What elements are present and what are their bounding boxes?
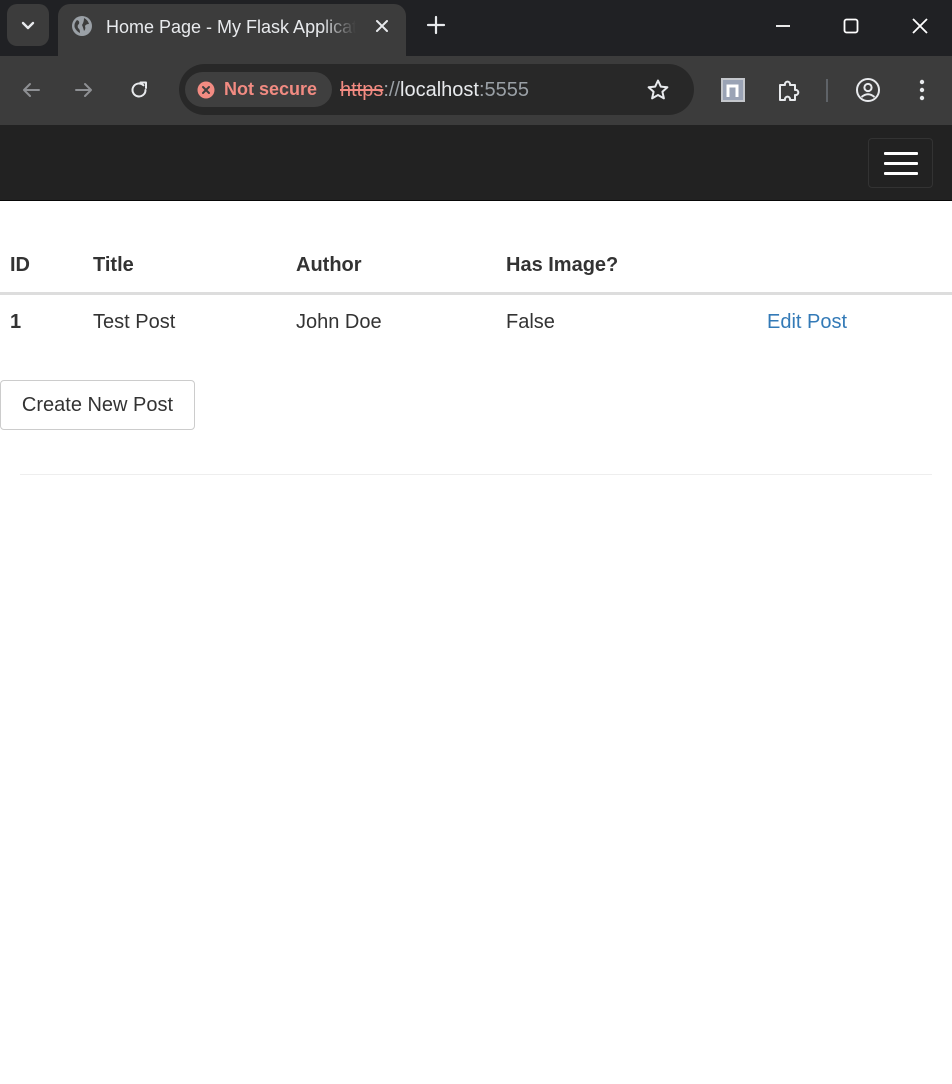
tab-strip: Home Page - My Flask Application [0,0,952,56]
post-id-cell: 1 [10,311,22,334]
minimize-button[interactable] [767,10,799,42]
back-button[interactable] [16,75,46,105]
arrow-right-icon [75,83,92,97]
address-bar[interactable]: Not secure https://localhost:5555 [179,64,694,115]
star-icon [647,79,669,100]
url-scheme: https [340,79,384,101]
url-separator: :// [383,79,401,101]
browser-toolbar: Not secure https://localhost:5555 [0,56,952,125]
site-info-chip[interactable]: Not secure [185,72,333,107]
forward-button[interactable] [69,75,99,105]
site-navbar [0,125,952,201]
close-window-button[interactable] [904,10,936,42]
notion-extension-button[interactable] [717,74,749,106]
plus-icon [426,15,446,35]
navbar-toggle-button[interactable] [868,138,933,188]
close-icon [376,20,388,32]
extensions-button[interactable] [773,74,805,106]
table-header-row: ID Title Author Has Image? [0,240,952,295]
arrow-left-icon [23,83,40,97]
close-tab-button[interactable] [371,15,393,37]
profile-button[interactable] [852,74,884,106]
account-circle-icon [856,78,880,102]
column-header-actions [757,240,952,295]
maximize-button[interactable] [835,10,867,42]
toolbar-divider [826,79,828,102]
not-secure-icon [197,81,215,98]
reload-button[interactable] [124,75,154,105]
url-host: localhost [400,79,479,101]
bookmark-button[interactable] [645,77,671,103]
notion-icon [721,78,745,102]
hamburger-menu-icon [883,171,918,175]
maximize-icon [843,18,859,34]
column-header-title: Title [83,240,286,295]
footer-divider [20,474,932,475]
post-author-cell: John Doe [296,311,382,334]
new-tab-button[interactable] [423,12,449,38]
create-new-post-button[interactable]: Create New Post [0,380,195,430]
posts-table: ID Title Author Has Image? 1 Test Post J… [0,240,952,351]
page-content: ID Title Author Has Image? 1 Test Post J… [0,125,952,1084]
hamburger-menu-icon [883,161,918,165]
table-row: 1 Test Post John Doe False Edit Post [0,293,952,351]
post-actions-cell: Edit Post [757,293,952,351]
minimize-icon [776,25,790,27]
edit-post-link[interactable]: Edit Post [767,311,847,333]
tab-search-button[interactable] [7,4,49,46]
hamburger-menu-icon [883,151,918,155]
post-has-image-cell: False [506,311,555,334]
url-port: :5555 [478,79,530,101]
column-header-author: Author [286,240,496,295]
chrome-menu-button[interactable] [906,74,938,106]
column-header-has-image: Has Image? [496,240,757,295]
reload-icon [131,81,147,98]
globe-icon [72,16,92,36]
kebab-menu-icon [919,79,925,101]
post-title-cell: Test Post [93,311,176,334]
url-text[interactable]: https://localhost:5555 [340,77,529,103]
close-icon [912,18,928,34]
chevron-down-icon [21,21,35,30]
active-tab[interactable]: Home Page - My Flask Application [58,4,406,56]
puzzle-icon [779,80,800,101]
tab-title: Home Page - My Flask Application [106,17,356,37]
column-header-id: ID [0,240,83,295]
security-label: Not secure [224,79,318,99]
